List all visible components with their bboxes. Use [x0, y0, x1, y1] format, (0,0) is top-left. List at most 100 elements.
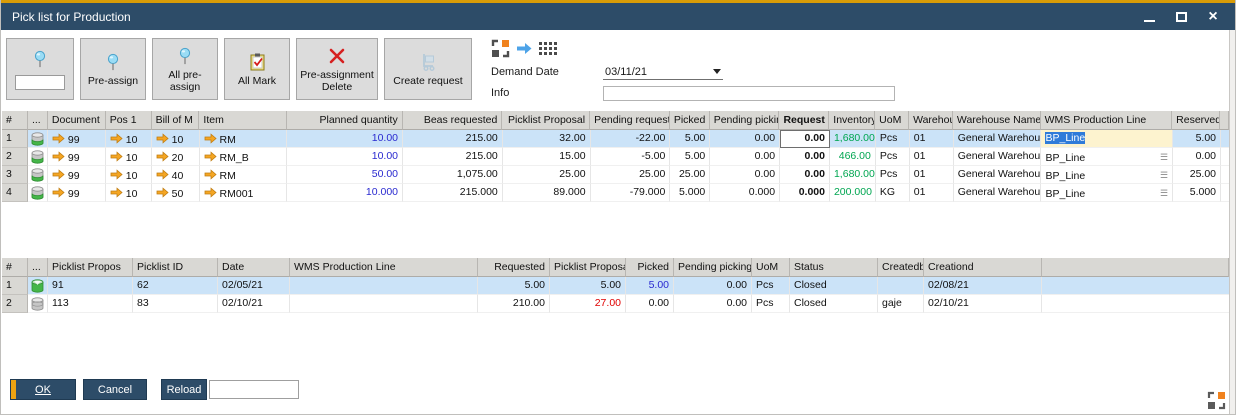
link-arrow-icon[interactable] — [52, 151, 65, 165]
cell-createdby[interactable] — [878, 277, 924, 295]
cell-date[interactable]: 02/05/21 — [218, 277, 290, 295]
cell-picked[interactable]: 5.00 — [670, 148, 710, 166]
cell-request[interactable]: 0.00 — [780, 166, 830, 184]
cell-status[interactable]: Closed — [790, 277, 878, 295]
cancel-button[interactable]: Cancel — [83, 379, 147, 400]
cell-planned-quantity[interactable]: 10.00 — [287, 148, 403, 166]
matrix-grid-icon[interactable] — [539, 42, 557, 59]
cell-requested[interactable]: 5.00 — [478, 277, 550, 295]
cell-pending-picking[interactable]: 0.00 — [710, 148, 780, 166]
table-row[interactable]: 1 91 62 02/05/21 5.00 5.00 5.00 0.00 Pcs… — [2, 277, 1229, 295]
cell-warehouse-name[interactable]: General Warehouse — [954, 130, 1042, 148]
link-arrow-icon[interactable] — [52, 187, 65, 201]
cell-pos[interactable]: 10 — [126, 170, 138, 182]
cell-picked[interactable]: 5.00 — [626, 277, 674, 295]
cell-uom[interactable]: Pcs — [876, 166, 910, 184]
cell-pending-request[interactable]: -22.00 — [591, 130, 671, 148]
minimize-icon[interactable] — [1141, 9, 1157, 25]
cell-pos[interactable]: 10 — [126, 152, 138, 164]
cell-picked[interactable]: 25.00 — [670, 166, 710, 184]
cell-picklist-id[interactable]: 62 — [133, 277, 218, 295]
row-number[interactable]: 4 — [2, 184, 28, 202]
resize-grip-icon[interactable] — [1207, 391, 1226, 415]
cell-picked[interactable]: 0.00 — [626, 295, 674, 313]
cell-inventory[interactable]: 200.000 — [830, 184, 876, 202]
link-arrow-icon[interactable] — [156, 169, 169, 183]
pin-quantity-button[interactable] — [6, 38, 74, 100]
link-arrow-icon[interactable] — [204, 133, 217, 147]
cell-bom[interactable]: 50 — [172, 188, 184, 200]
cell-document[interactable]: 99 — [68, 170, 80, 182]
cell-request-editing[interactable]: 0.00 — [780, 130, 830, 148]
all-mark-button[interactable]: All Mark — [224, 38, 290, 100]
row-number[interactable]: 1 — [2, 130, 28, 148]
cell-picked[interactable]: 5.000 — [670, 184, 710, 202]
cell-document[interactable]: 99 — [68, 134, 80, 146]
cell-uom[interactable]: Pcs — [876, 130, 910, 148]
cell-pending-picking[interactable]: 0.000 — [710, 184, 780, 202]
cell-inventory[interactable]: 1,680.00 — [830, 166, 876, 184]
link-arrow-icon[interactable] — [156, 151, 169, 165]
cell-request[interactable]: 0.00 — [780, 148, 830, 166]
choose-from-list-icon[interactable]: ☰ — [1160, 152, 1168, 163]
cell-picklist-proposal[interactable]: 5.00 — [550, 277, 626, 295]
cell-picklist-proposal-no[interactable]: 113 — [48, 295, 133, 313]
cell-wms-production-line[interactable] — [290, 277, 478, 295]
cell-picklist-proposal-no[interactable]: 91 — [48, 277, 133, 295]
cell-bom[interactable]: 40 — [172, 170, 184, 182]
demand-date-combo[interactable]: 03/11/21 — [603, 64, 723, 80]
table-row[interactable]: 4 99 10 50 RM001 10.000 215.000 89.000 -… — [2, 184, 1229, 202]
cell-wms-production-line[interactable]: BP_Line☰ — [1041, 184, 1173, 202]
pin-quantity-input[interactable] — [15, 75, 65, 90]
cell-pending-picking[interactable]: 0.00 — [674, 277, 752, 295]
choose-from-list-icon[interactable]: ☰ — [1160, 170, 1168, 181]
cell-uom[interactable]: Pcs — [752, 295, 790, 313]
cell-pos[interactable]: 10 — [126, 188, 138, 200]
cell-uom[interactable]: Pcs — [752, 277, 790, 295]
cell-pending-request[interactable]: -5.00 — [591, 148, 671, 166]
cell-picked[interactable]: 5.00 — [670, 130, 710, 148]
cell-warehouse-name[interactable]: General Warehouse — [954, 148, 1042, 166]
link-arrow-icon[interactable] — [110, 187, 123, 201]
row-number[interactable]: 3 — [2, 166, 28, 184]
cell-item[interactable]: RM_B — [220, 152, 249, 164]
cell-picklist-proposal[interactable]: 27.00 — [550, 295, 626, 313]
cell-warehouse[interactable]: 01 — [910, 184, 954, 202]
cell-creationdate[interactable]: 02/10/21 — [924, 295, 1042, 313]
expand-corners-icon[interactable] — [491, 39, 510, 61]
choose-from-list-icon[interactable]: ☰ — [1160, 188, 1168, 199]
cell-inventory[interactable]: 1,680.00 — [830, 130, 876, 148]
cell-item[interactable]: RM — [220, 170, 236, 182]
reload-filter-input[interactable] — [209, 380, 299, 399]
cell-picklist-id[interactable]: 83 — [133, 295, 218, 313]
cell-wms-production-line[interactable]: BP_Line☰ — [1041, 166, 1173, 184]
cell-warehouse[interactable]: 01 — [910, 166, 954, 184]
cell-date[interactable]: 02/10/21 — [218, 295, 290, 313]
cell-pending-picking[interactable]: 0.00 — [674, 295, 752, 313]
cell-requested[interactable]: 210.00 — [478, 295, 550, 313]
cell-picklist-proposal[interactable]: 15.00 — [503, 148, 591, 166]
cell-warehouse[interactable]: 01 — [910, 130, 954, 148]
link-arrow-icon[interactable] — [156, 187, 169, 201]
cell-beas-requested[interactable]: 215.000 — [403, 184, 503, 202]
close-icon[interactable]: × — [1205, 9, 1221, 25]
cell-uom[interactable]: Pcs — [876, 148, 910, 166]
link-arrow-icon[interactable] — [204, 169, 217, 183]
link-arrow-icon[interactable] — [52, 133, 65, 147]
table-row[interactable]: 1 99 10 10 RM 10.00 215.00 32.00 -22.00 … — [2, 130, 1229, 148]
cell-status[interactable]: Closed — [790, 295, 878, 313]
row-number[interactable]: 2 — [2, 295, 28, 313]
cell-planned-quantity[interactable]: 10.000 — [287, 184, 403, 202]
link-arrow-icon[interactable] — [156, 133, 169, 147]
cell-document[interactable]: 99 — [68, 152, 80, 164]
maximize-icon[interactable] — [1173, 9, 1189, 25]
cell-pending-picking[interactable]: 0.00 — [710, 166, 780, 184]
cell-warehouse-name[interactable]: General Warehouse — [954, 166, 1042, 184]
cell-warehouse-name[interactable]: General Warehouse — [954, 184, 1042, 202]
cell-pending-picking[interactable]: 0.00 — [710, 130, 780, 148]
link-arrow-icon[interactable] — [204, 151, 217, 165]
table-row[interactable]: 2 113 83 02/10/21 210.00 27.00 0.00 0.00… — [2, 295, 1229, 313]
all-pre-assign-button[interactable]: All pre-assign — [152, 38, 218, 100]
cell-beas-requested[interactable]: 215.00 — [403, 148, 503, 166]
row-number[interactable]: 1 — [2, 277, 28, 295]
